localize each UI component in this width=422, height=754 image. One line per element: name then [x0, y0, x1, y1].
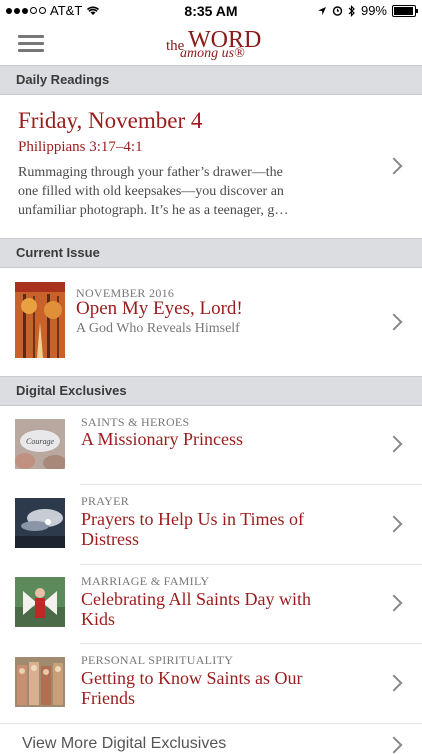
view-more-link[interactable]: View More Digital Exclusives — [22, 735, 226, 753]
thumb-caption: Courage — [26, 437, 54, 446]
daily-reading-reference: Philippians 3:17–4:1 — [18, 139, 143, 155]
logo-among: among us® — [180, 46, 245, 61]
nav-bar: the WORD among us® — [0, 22, 422, 65]
article-category: PRAYER — [81, 494, 130, 508]
section-title: Daily Readings — [16, 72, 110, 87]
article-thumbnail — [15, 577, 65, 627]
battery-percent: 99% — [360, 3, 387, 18]
section-title: Digital Exclusives — [16, 383, 127, 398]
issue-subtitle: A God Who Reveals Himself — [76, 321, 240, 336]
daily-reading-date: Friday, November 4 — [18, 108, 203, 133]
section-header-current-issue: Current Issue — [0, 238, 422, 268]
article-category: SAINTS & HEROES — [81, 415, 190, 429]
article-title: Prayers to Help Us in Times of Distress — [81, 509, 305, 549]
alarm-icon — [332, 6, 343, 16]
section-header-daily-readings: Daily Readings — [0, 65, 422, 95]
app-logo: the WORD among us® — [162, 26, 262, 62]
menu-icon[interactable] — [18, 35, 44, 53]
article-title: Celebrating All Saints Day with Kids — [81, 589, 311, 629]
battery-icon — [392, 4, 418, 17]
article-category: MARRIAGE & FAMILY — [81, 574, 210, 588]
article-category: PERSONAL SPIRITUALITY — [81, 653, 234, 667]
status-right: 99% — [317, 3, 418, 18]
daily-reading-excerpt: Rummaging through your father’s drawer—t… — [18, 165, 289, 218]
article-thumbnail — [15, 657, 65, 707]
article-thumbnail — [15, 498, 65, 548]
status-bar: AT&T 8:35 AM 99% — [0, 0, 422, 22]
section-title: Current Issue — [16, 245, 100, 260]
issue-cover-image — [15, 282, 65, 358]
issue-title: Open My Eyes, Lord! — [76, 298, 243, 319]
section-header-digital-exclusives: Digital Exclusives — [0, 376, 422, 406]
article-title: Getting to Know Saints as Our Friends — [81, 668, 303, 708]
article-thumbnail: Courage — [15, 419, 65, 469]
article-title: A Missionary Princess — [81, 429, 243, 449]
bluetooth-icon — [348, 4, 355, 17]
location-icon — [317, 6, 326, 15]
